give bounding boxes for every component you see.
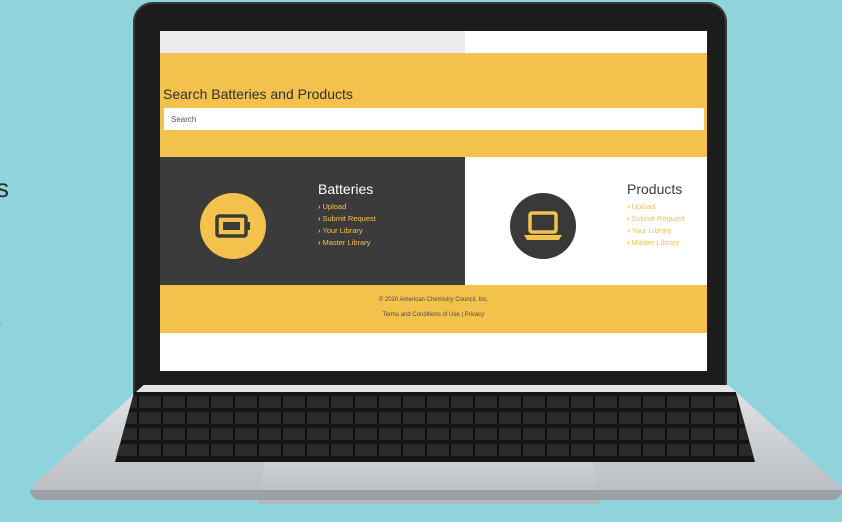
top-bar-left [160, 31, 465, 53]
batteries-panel: Batteries › Upload › Submit Request › Your … [160, 157, 465, 285]
footer: © 2020 American Chemistry Council, Inc. … [160, 285, 707, 333]
chevron-right-icon: › [627, 202, 630, 211]
products-panel: Products › Upload › Submit Request › Your L… [465, 157, 707, 285]
top-bar [160, 31, 707, 53]
batteries-submit-request-link[interactable]: › Submit Request [318, 213, 376, 225]
products-links: › Upload › Submit Request › Your Library › M… [627, 201, 685, 249]
laptop-icon [510, 193, 576, 259]
chevron-right-icon: › [318, 202, 321, 211]
edge-text-fragment: , [0, 305, 2, 331]
chevron-right-icon: › [318, 214, 321, 223]
footer-links: Terms and Conditions of Use | Privacy [160, 312, 707, 318]
footer-separator: | [461, 312, 463, 318]
footer-copyright: © 2020 American Chemistry Council, Inc. [378, 297, 489, 303]
battery-icon [200, 193, 266, 259]
batteries-title: Batteries [318, 181, 374, 197]
page-bottom [160, 333, 707, 371]
laptop-keyboard [115, 392, 755, 462]
products-your-library-link[interactable]: › Your Library [627, 225, 685, 237]
chevron-right-icon: › [627, 238, 630, 247]
chevron-right-icon: › [627, 214, 630, 223]
products-title: Products [627, 181, 683, 197]
batteries-your-library-link[interactable]: › Your Library [318, 225, 376, 237]
chevron-right-icon: › [627, 226, 630, 235]
batteries-links: › Upload › Submit Request › Your Library › M… [318, 201, 376, 249]
products-master-library-link[interactable]: › Master Library [627, 237, 685, 249]
chevron-right-icon: › [318, 226, 321, 235]
laptop-base-lip [30, 490, 842, 500]
search-section: Search Batteries and Products [160, 53, 707, 157]
batteries-upload-link[interactable]: › Upload [318, 201, 376, 213]
terms-link[interactable]: Terms and Conditions of Use [383, 312, 460, 318]
laptop-screen: Search Batteries and Products Batteries … [160, 31, 707, 371]
products-upload-link[interactable]: › Upload [627, 201, 685, 213]
products-submit-request-link[interactable]: › Submit Request [627, 213, 685, 225]
chevron-right-icon: › [318, 238, 321, 247]
search-input[interactable] [164, 108, 704, 130]
batteries-master-library-link[interactable]: › Master Library [318, 237, 376, 249]
privacy-link[interactable]: Privacy [465, 312, 485, 318]
search-title: Search Batteries and Products [163, 86, 353, 102]
edge-text-fragment: s [0, 173, 9, 203]
